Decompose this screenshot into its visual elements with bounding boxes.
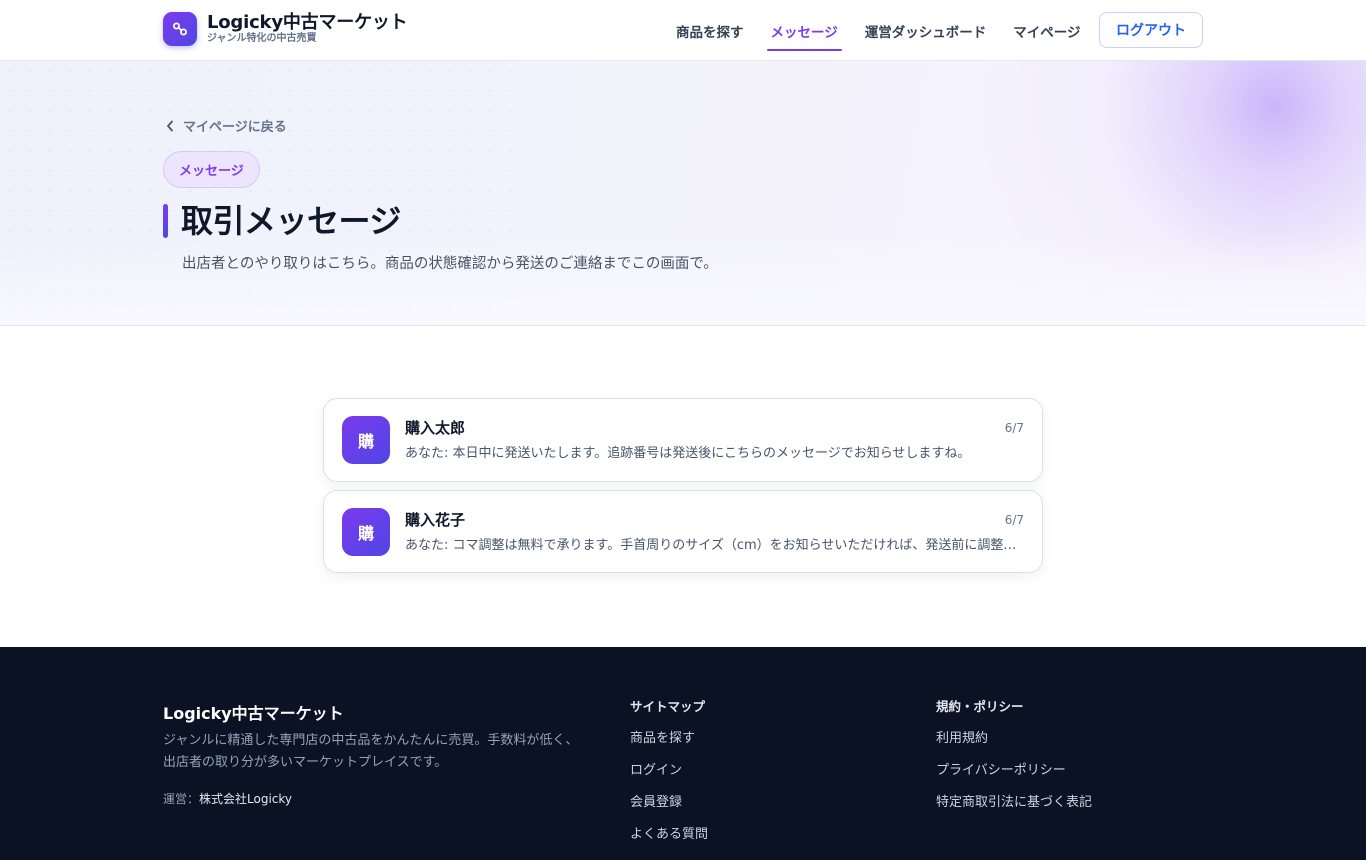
page-description: 出店者とのやり取りはこちら。商品の状態確認から発送のご連絡までこの画面で。 xyxy=(182,256,718,272)
footer-link-privacy[interactable]: プライバシーポリシー xyxy=(936,763,1092,779)
nav-item-messages[interactable]: メッセージ xyxy=(766,0,842,61)
link-icon xyxy=(163,12,197,46)
conversation-date: 6/7 xyxy=(1004,513,1024,527)
conversation-partner-name: 購入太郎 xyxy=(405,419,466,437)
title-accent-bar xyxy=(163,204,168,238)
footer-link-browse[interactable]: 商品を探す xyxy=(630,731,708,747)
page-title: 取引メッセージ xyxy=(181,202,401,240)
conversation-item[interactable]: 購 購入太郎 6/7 あなた: 本日中に発送いたします。追跡番号は発送後にこちら… xyxy=(323,398,1043,482)
section-badge: メッセージ xyxy=(163,151,260,188)
footer-brand: Logicky中古マーケット xyxy=(163,704,344,723)
conversation-last-message: あなた: コマ調整は無料で承ります。手首周りのサイズ（cm）をお知らせいただけれ… xyxy=(405,538,1023,553)
footer-operator-label: 運営： xyxy=(163,792,200,806)
footer-policy: 規約・ポリシー 利用規約 プライバシーポリシー 特定商取引法に基づく表記 xyxy=(936,696,1092,827)
footer-sitemap: サイトマップ 商品を探す ログイン 会員登録 よくある質問 xyxy=(630,696,708,859)
nav-item-dashboard[interactable]: 運営ダッシュボード xyxy=(865,0,987,61)
conversation-item[interactable]: 購 購入花子 6/7 あなた: コマ調整は無料で承ります。手首周りのサイズ（cm… xyxy=(323,490,1043,573)
logout-button[interactable]: ログアウト xyxy=(1099,12,1203,48)
conversation-last-message: あなた: 本日中に発送いたします。追跡番号は発送後にこちらのメッセージでお知らせ… xyxy=(405,446,971,461)
footer-policy-heading: 規約・ポリシー xyxy=(936,699,1024,714)
footer-link-tokushoho[interactable]: 特定商取引法に基づく表記 xyxy=(936,795,1092,811)
brand-name: Logicky中古マーケット xyxy=(207,12,408,33)
avatar: 購 xyxy=(342,416,390,464)
brand-tagline: ジャンル特化の中古売買 xyxy=(207,33,317,44)
site-header: Logicky中古マーケット ジャンル特化の中古売買 商品を探す メッセージ 運… xyxy=(0,0,1366,61)
footer-link-faq[interactable]: よくある質問 xyxy=(630,827,708,843)
footer-link-register[interactable]: 会員登録 xyxy=(630,795,708,811)
site-footer: Logicky中古マーケット ジャンルに精通した専門店の中古品をかんたんに売買。… xyxy=(0,647,1366,860)
footer-link-terms[interactable]: 利用規約 xyxy=(936,731,1092,747)
footer-description: ジャンルに精通した専門店の中古品をかんたんに売買。手数料が低く、出店者の取り分が… xyxy=(163,733,579,770)
page-hero: マイページに戻る メッセージ 取引メッセージ 出店者とのやり取りはこちら。商品の… xyxy=(0,61,1366,326)
footer-operator-name: 株式会社Logicky xyxy=(199,792,293,806)
brand-link[interactable]: Logicky中古マーケット ジャンル特化の中古売買 xyxy=(163,12,408,46)
conversation-date: 6/7 xyxy=(1004,421,1024,435)
conversation-partner-name: 購入花子 xyxy=(405,511,466,529)
nav-item-browse[interactable]: 商品を探す xyxy=(676,0,744,61)
footer-operator: 運営：株式会社Logicky xyxy=(163,790,292,807)
chevron-left-icon xyxy=(167,120,173,131)
nav-item-mypage[interactable]: マイページ xyxy=(1013,0,1080,61)
footer-link-login[interactable]: ログイン xyxy=(630,763,708,779)
footer-sitemap-heading: サイトマップ xyxy=(630,699,706,714)
back-link-label: マイページに戻る xyxy=(183,120,287,135)
avatar: 購 xyxy=(342,508,390,556)
main-nav: 商品を探す メッセージ 運営ダッシュボード マイページ xyxy=(676,0,1080,61)
conversation-list: 購 購入太郎 6/7 あなた: 本日中に発送いたします。追跡番号は発送後にこちら… xyxy=(323,398,1043,581)
back-link[interactable]: マイページに戻る xyxy=(166,116,287,135)
